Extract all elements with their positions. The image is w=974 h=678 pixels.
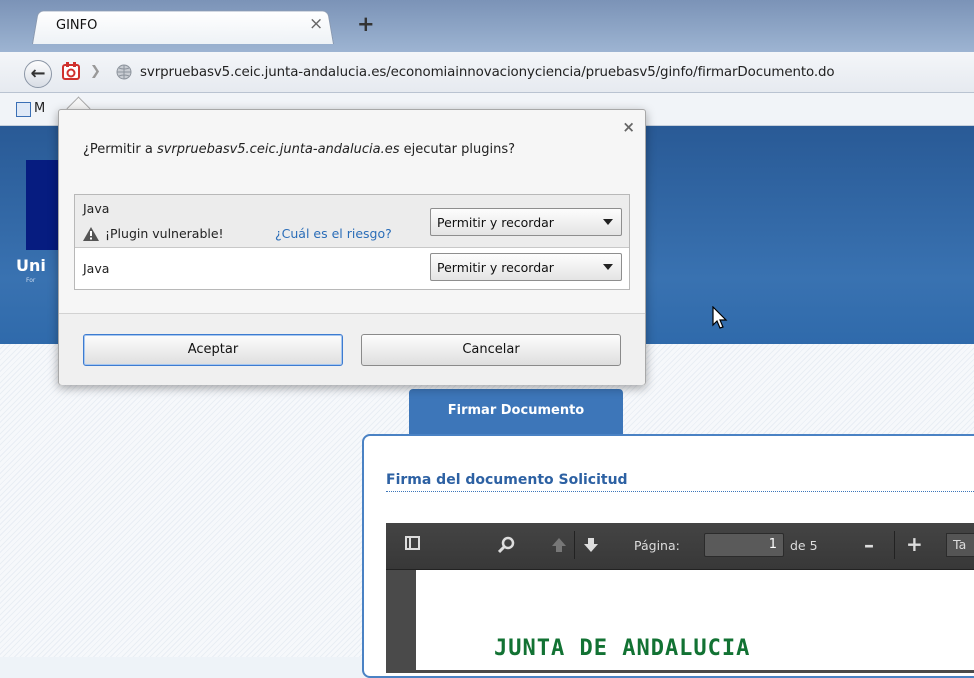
tab-title: GINFO [56, 18, 98, 33]
list-item: Java Permitir y recordar [75, 248, 629, 289]
accept-button[interactable]: Aceptar [83, 334, 343, 366]
chevron-right-icon: ❯ [90, 64, 101, 79]
question-suffix: ejecutar plugins? [399, 142, 516, 157]
sidebar-toggle-icon[interactable] [405, 536, 420, 550]
caret-down-icon [603, 219, 613, 225]
section-title: Firma del documento Solicitud [386, 472, 628, 488]
select-value: Permitir y recordar [437, 215, 554, 230]
question-prefix: ¿Permitir a [83, 142, 157, 157]
new-tab-button[interactable]: + [357, 12, 375, 36]
zoom-select[interactable]: Ta [946, 533, 974, 557]
previous-page-icon[interactable] [550, 536, 568, 554]
pdf-heading: JUNTA DE ANDALUCIA [494, 636, 751, 661]
toolbar-divider [574, 531, 575, 559]
select-value: Permitir y recordar [437, 260, 554, 275]
zoom-in-icon[interactable]: + [906, 532, 923, 556]
tab-firmar-documento[interactable]: Firmar Documento [409, 389, 623, 435]
page-label: Página: [634, 538, 680, 553]
globe-icon [116, 64, 132, 80]
zoom-out-icon[interactable]: – [864, 533, 874, 557]
list-item: Java ¡Plugin vulnerable! ¿Cuál es el rie… [75, 195, 629, 248]
risk-link[interactable]: ¿Cuál es el riesgo? [275, 226, 392, 241]
plugin-permission-select[interactable]: Permitir y recordar [430, 253, 622, 281]
bookmark-page-icon [16, 102, 31, 117]
logo-subtext: For [26, 277, 36, 284]
plugin-permission-select[interactable]: Permitir y recordar [430, 208, 622, 236]
back-button[interactable]: ← [24, 60, 52, 88]
pdf-toolbar: Página: 1 de 5 – + Ta [386, 523, 974, 570]
address-bar[interactable]: svrpruebasv5.ceic.junta-andalucia.es/eco… [140, 65, 835, 80]
page-count: de 5 [790, 538, 818, 553]
vulnerable-warning: ¡Plugin vulnerable! [105, 226, 224, 241]
plugin-name: Java [83, 261, 110, 276]
next-page-icon[interactable] [582, 536, 600, 554]
section-divider [386, 491, 974, 492]
tab-close-button[interactable]: × [309, 14, 323, 34]
search-icon[interactable] [498, 536, 516, 554]
logo-text: Uni [16, 256, 46, 275]
caret-down-icon [603, 264, 613, 270]
cancel-button[interactable]: Cancelar [361, 334, 621, 366]
warning-icon [83, 227, 99, 241]
close-icon[interactable]: × [622, 118, 635, 136]
dialog-question: ¿Permitir a svrpruebasv5.ceic.junta-anda… [83, 142, 515, 157]
bookmark-item[interactable]: M [34, 101, 45, 116]
toolbar-divider [894, 531, 895, 559]
plugin-name: Java [83, 201, 110, 216]
page-number-input[interactable]: 1 [704, 533, 784, 557]
browser-toolbar: ← ❯ svrpruebasv5.ceic.junta-andalucia.es… [0, 52, 974, 93]
plugin-blocked-icon[interactable] [62, 62, 80, 80]
tab-strip: GINFO × + [0, 0, 974, 52]
plugin-list: Java ¡Plugin vulnerable! ¿Cuál es el rie… [74, 194, 630, 290]
back-arrow-icon: ← [30, 63, 46, 84]
mouse-cursor-icon [712, 306, 728, 329]
question-host: svrpruebasv5.ceic.junta-andalucia.es [156, 142, 400, 157]
dialog-footer: Aceptar Cancelar [59, 313, 645, 385]
plugin-permission-dialog: × ¿Permitir a svrpruebasv5.ceic.junta-an… [58, 109, 646, 385]
